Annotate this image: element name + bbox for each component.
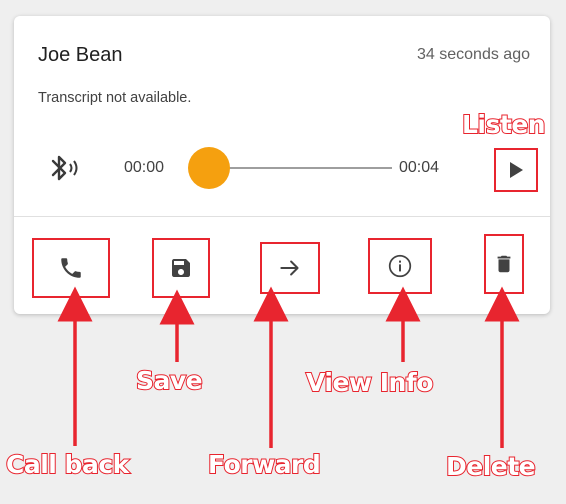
callout-listen: Listen bbox=[461, 109, 547, 140]
callout-save: Save bbox=[135, 365, 204, 396]
callout-view-info: View Info bbox=[305, 367, 434, 398]
callout-delete: Delete bbox=[445, 451, 537, 482]
callout-forward: Forward bbox=[207, 449, 322, 480]
callout-call-back: Call back bbox=[5, 449, 130, 480]
annotation-arrows bbox=[57, 286, 520, 448]
